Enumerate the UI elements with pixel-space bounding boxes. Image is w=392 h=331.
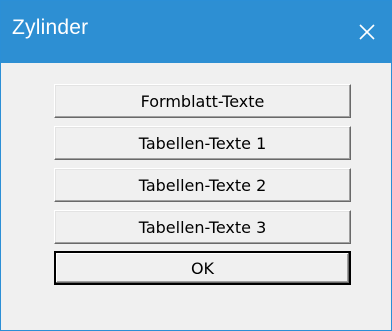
formblatt-texte-button[interactable]: Formblatt-Texte <box>54 84 351 118</box>
tabellen-texte-2-button[interactable]: Tabellen-Texte 2 <box>54 168 351 202</box>
window-title: Zylinder <box>12 16 89 39</box>
dialog-window: Zylinder Formblatt-Texte Tabellen-Texte … <box>0 0 392 331</box>
close-icon <box>359 24 375 40</box>
title-bar: Zylinder <box>1 1 391 63</box>
ok-button[interactable]: OK <box>54 251 351 285</box>
tabellen-texte-3-button[interactable]: Tabellen-Texte 3 <box>54 210 351 244</box>
tabellen-texte-1-button[interactable]: Tabellen-Texte 1 <box>54 126 351 160</box>
close-button[interactable] <box>343 1 391 63</box>
dialog-content: Formblatt-Texte Tabellen-Texte 1 Tabelle… <box>1 63 391 330</box>
